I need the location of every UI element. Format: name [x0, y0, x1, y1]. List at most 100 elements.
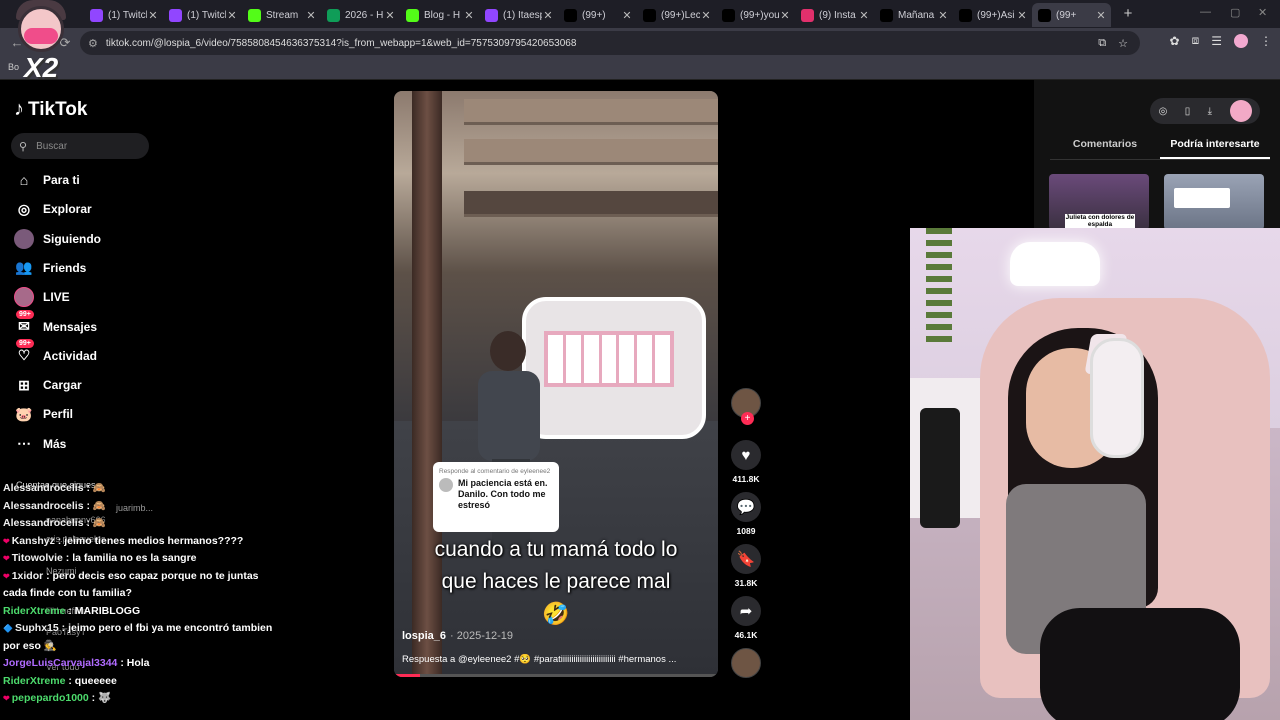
- key: [601, 335, 617, 383]
- save-button[interactable]: 🔖 31.8K: [729, 544, 763, 588]
- tab-close-icon[interactable]: ✕: [700, 9, 712, 22]
- profile-avatar[interactable]: [1234, 33, 1248, 48]
- browser-tab[interactable]: (99+) ✕: [558, 3, 637, 27]
- user-avatar[interactable]: [1230, 100, 1252, 122]
- bookmark-star-icon[interactable]: ☆: [1118, 37, 1128, 50]
- tab-close-icon[interactable]: ✕: [226, 9, 238, 22]
- chat-username[interactable]: Titowolvie: [12, 552, 63, 564]
- nav-item[interactable]: LIVE: [14, 286, 70, 308]
- chat-username[interactable]: Alessandrocelis: [3, 500, 84, 512]
- browser-tab[interactable]: (1) Twitch ✕: [84, 3, 163, 27]
- nav-item[interactable]: ✉ 99+ Mensajes: [14, 309, 97, 338]
- video-description[interactable]: Respuesta a @eyleenee2 #🥺 #parati​iiiiii…: [402, 654, 712, 665]
- new-tab-button[interactable]: +: [1117, 3, 1139, 25]
- url-field[interactable]: ⚙ tiktok.com/@lospia_6/video/75858084546…: [80, 31, 1140, 55]
- nav-item[interactable]: ◎ Explorar: [14, 198, 92, 220]
- browser-tab[interactable]: (99+ ✕: [1032, 3, 1111, 27]
- chat-username[interactable]: RiderXtreme: [3, 605, 65, 617]
- chat-username[interactable]: JorgeLuisCarvajal3344: [3, 657, 117, 669]
- chat-message: Alessandrocelis : 🙈: [0, 498, 275, 516]
- sound-disc-button[interactable]: [729, 648, 763, 678]
- tab-close-icon[interactable]: ✕: [147, 9, 159, 22]
- author-avatar-button[interactable]: +: [729, 388, 763, 425]
- chat-username[interactable]: pepepardo1000: [12, 692, 89, 704]
- tab-title: (9) Insta: [819, 9, 856, 21]
- tab-close-icon[interactable]: ✕: [463, 9, 475, 22]
- nav-item[interactable]: 🐷 Perfil: [14, 403, 73, 425]
- video-author[interactable]: lospia_6: [402, 630, 446, 642]
- tab-close-icon[interactable]: ✕: [621, 9, 633, 22]
- browser-tab[interactable]: Mañana ✕: [874, 3, 953, 27]
- browser-tab[interactable]: (1) Itaesp ✕: [479, 3, 558, 27]
- heart-icon[interactable]: ♥: [731, 440, 761, 470]
- chat-username[interactable]: 1xidor: [12, 570, 44, 582]
- follow-plus-icon[interactable]: +: [741, 412, 754, 425]
- nav-item[interactable]: Siguiendo: [14, 228, 101, 250]
- recommended-video-thumb[interactable]: Julieta con dolores de espalda: [1049, 174, 1149, 230]
- browser-tab[interactable]: (99+)you ✕: [716, 3, 795, 27]
- tab-close-icon[interactable]: ✕: [1016, 9, 1028, 22]
- browser-tab[interactable]: (9) Insta ✕: [795, 3, 874, 27]
- compass-icon[interactable]: ◎: [1159, 106, 1168, 117]
- like-count: 411.8K: [732, 474, 760, 484]
- browser-tab[interactable]: (99+)Asi ✕: [953, 3, 1032, 27]
- nav-item[interactable]: ⊞ Cargar: [14, 374, 82, 396]
- tab-comments[interactable]: Comentarios: [1050, 136, 1160, 159]
- browser-tab[interactable]: Stream ✕: [242, 3, 321, 27]
- browser-tab[interactable]: 2026 - H ✕: [321, 3, 400, 27]
- chat-username[interactable]: RiderXtreme: [3, 675, 65, 687]
- maximize-icon[interactable]: ▢: [1230, 6, 1240, 19]
- browser-tab[interactable]: (1) Twitch ✕: [163, 3, 242, 27]
- chat-username[interactable]: Suphx15: [15, 622, 59, 634]
- author-avatar[interactable]: +: [731, 388, 761, 425]
- tab-close-icon[interactable]: ✕: [384, 9, 396, 22]
- share-icon[interactable]: ➦: [731, 596, 761, 626]
- share-button[interactable]: ➦ 46.1K: [729, 596, 763, 640]
- chat-username[interactable]: Alessandrocelis: [3, 517, 84, 529]
- tab-close-icon[interactable]: ✕: [937, 9, 949, 22]
- video-player[interactable]: Responde al comentario de eyleenee2 Mi p…: [394, 91, 718, 677]
- download-icon[interactable]: ⤓: [1208, 106, 1212, 117]
- tab-close-icon[interactable]: ✕: [779, 9, 791, 22]
- browser-tab[interactable]: Blog - H ✕: [400, 3, 479, 27]
- browser-tab-bar: (1) Twitch ✕ (1) Twitch ✕ Stream ✕ 2026 - H ✕ Bl…: [0, 0, 1280, 28]
- search-placeholder: Buscar: [36, 140, 68, 152]
- comment-button[interactable]: 💬 1089: [729, 492, 763, 536]
- chat-username[interactable]: Alessandrocelis: [3, 482, 84, 494]
- browser-tab[interactable]: (99+)Lec ✕: [637, 3, 716, 27]
- search-input[interactable]: ⚲ Buscar: [11, 133, 149, 159]
- tab-close-icon[interactable]: ✕: [858, 9, 870, 22]
- profile-icon: 🐷: [15, 405, 33, 422]
- chat-username[interactable]: Kanshyz: [12, 535, 55, 547]
- extension-icon[interactable]: ✿: [1170, 34, 1180, 48]
- extensions-puzzle-icon[interactable]: ⧈: [1192, 33, 1200, 48]
- music-disc-icon[interactable]: [731, 648, 761, 678]
- comment-icon[interactable]: 💬: [731, 492, 761, 522]
- like-button[interactable]: ♥ 411.8K: [729, 440, 763, 484]
- video-progress-bar[interactable]: [394, 674, 718, 677]
- nav-item[interactable]: ⋯ Más: [14, 433, 66, 455]
- recommended-video-thumb[interactable]: [1164, 174, 1264, 230]
- reply-comment-sticker: Responde al comentario de eyleenee2 Mi p…: [433, 462, 559, 532]
- playground-plank: [464, 191, 718, 217]
- tab-you-may-like[interactable]: Podría interesarte: [1160, 136, 1270, 159]
- nav-item[interactable]: 👥 Friends: [14, 257, 86, 279]
- key: [619, 335, 635, 383]
- tab-close-icon[interactable]: ✕: [542, 9, 554, 22]
- tiktok-logo[interactable]: ♪ TikTok: [14, 98, 87, 121]
- tab-close-icon[interactable]: ✕: [305, 9, 317, 22]
- bookmark-icon[interactable]: 🔖: [731, 544, 761, 574]
- tab-close-icon[interactable]: ✕: [1095, 9, 1107, 22]
- browser-menu-icon[interactable]: ⋮: [1260, 34, 1272, 48]
- device-icon[interactable]: ▯: [1185, 106, 1191, 117]
- twitch-icon: [485, 8, 498, 22]
- nav-item[interactable]: ♡ 99+ Actividad: [14, 338, 97, 367]
- nav-item[interactable]: ⌂ Para ti: [14, 169, 80, 191]
- tab-title: 2026 - H: [345, 9, 384, 21]
- close-window-icon[interactable]: ✕: [1258, 6, 1267, 19]
- chat-badge-icon: ❤: [3, 571, 10, 581]
- install-app-icon[interactable]: ⧉: [1098, 37, 1106, 50]
- reading-list-icon[interactable]: ☰: [1211, 34, 1222, 48]
- site-info-icon[interactable]: ⚙: [88, 37, 98, 50]
- minimize-icon[interactable]: —: [1200, 6, 1211, 18]
